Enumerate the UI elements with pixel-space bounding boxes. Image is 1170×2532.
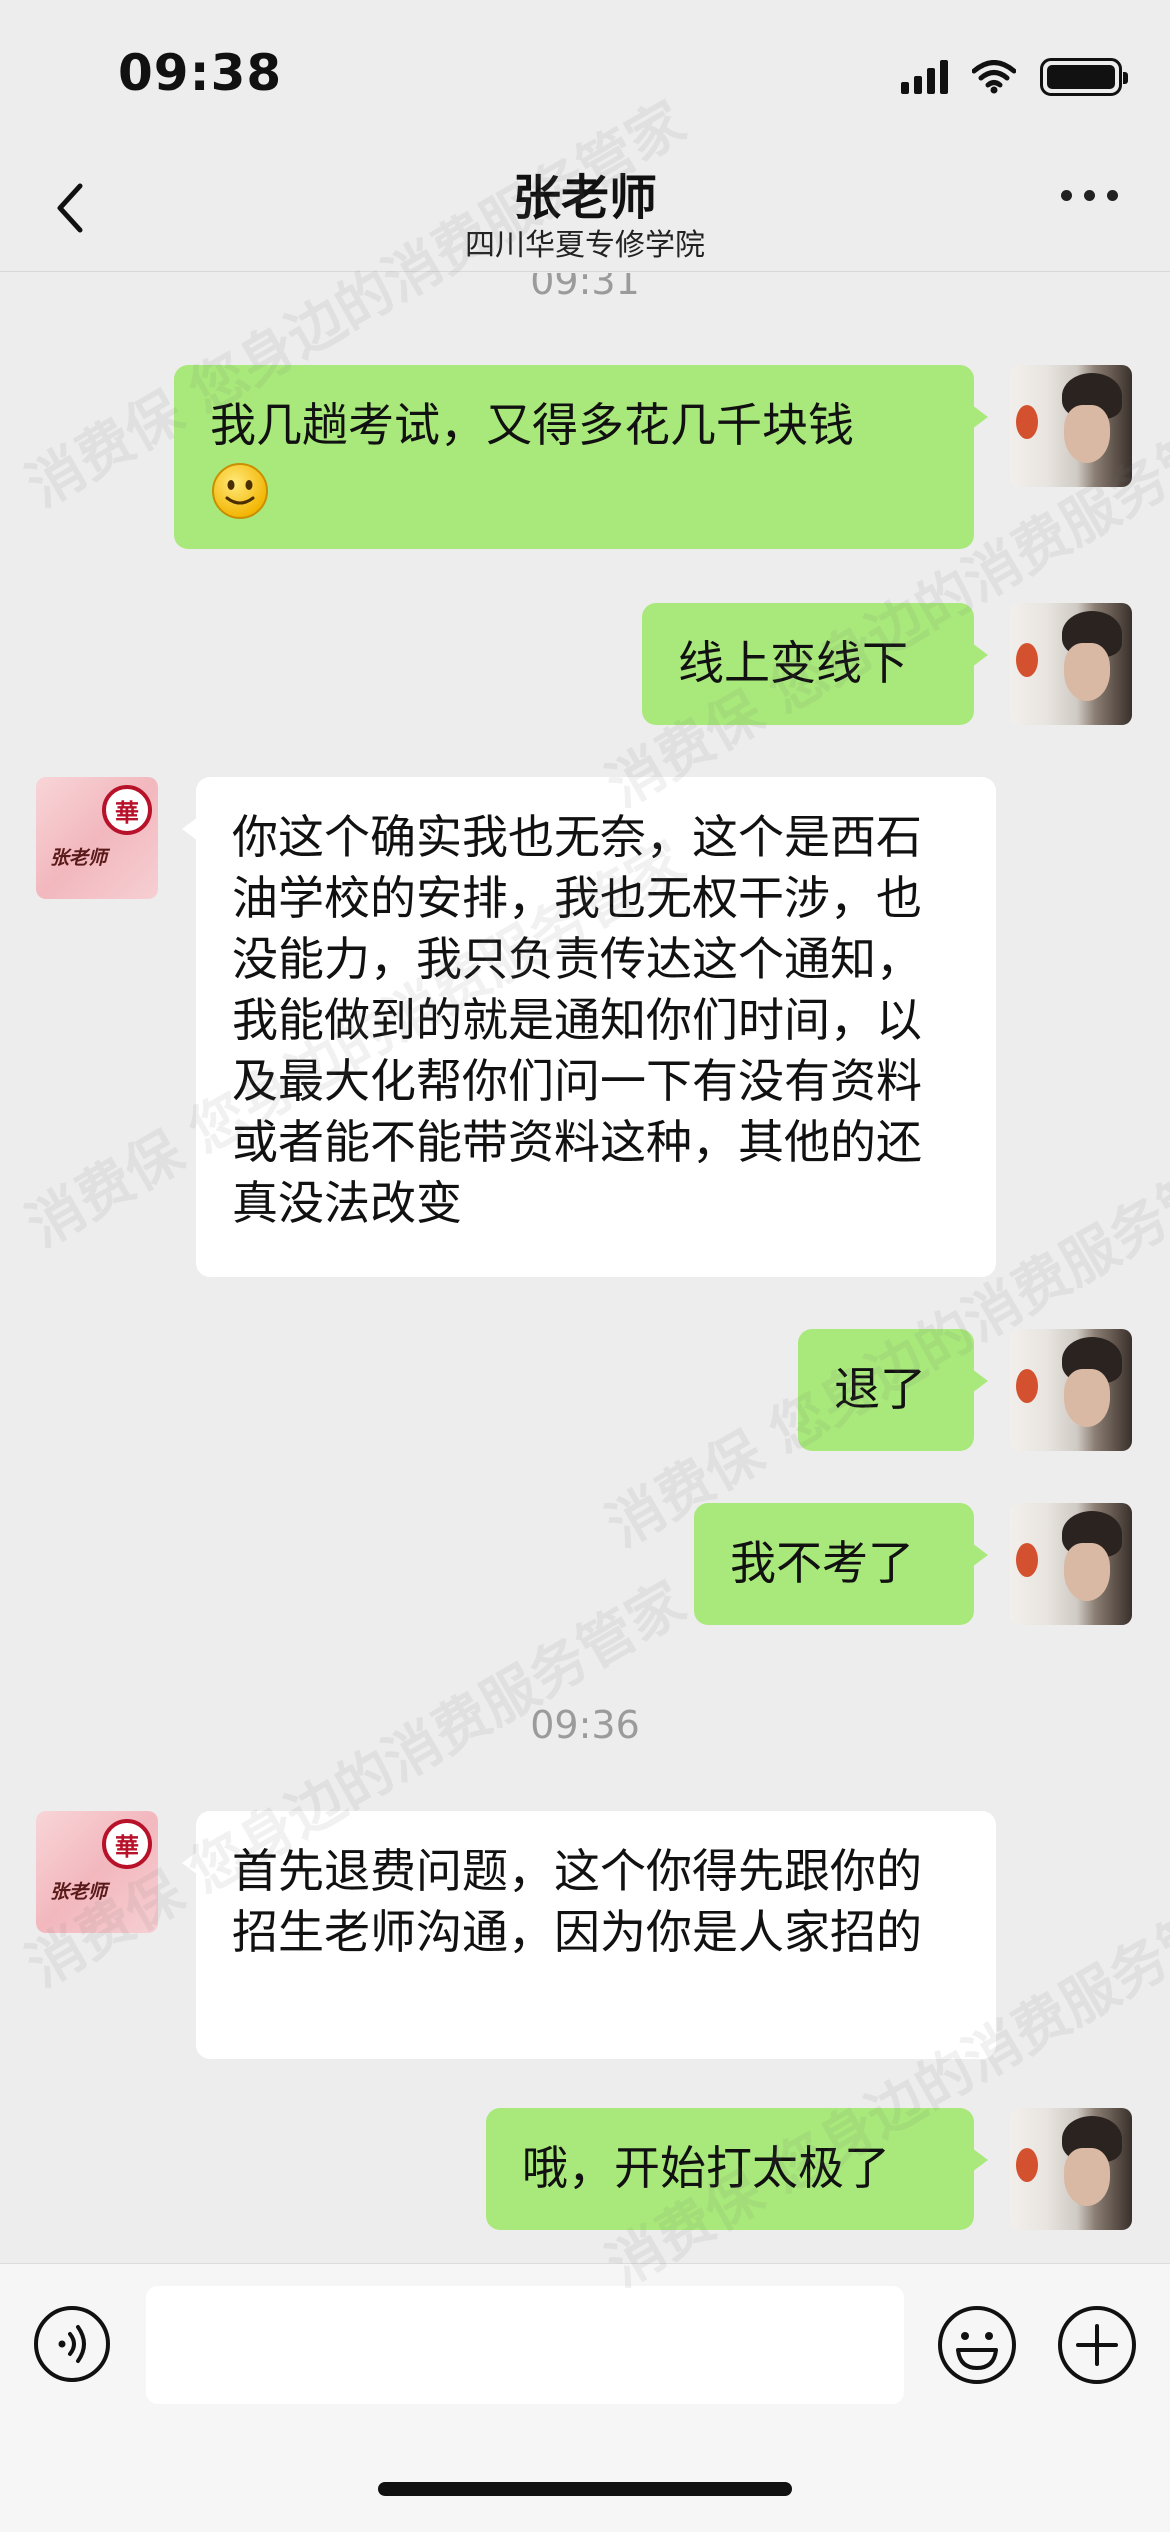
teacher-avatar[interactable]: 華 张老师	[36, 777, 158, 899]
message-text: 线上变线下	[678, 636, 908, 690]
wifi-icon	[972, 60, 1016, 94]
chat-message-list[interactable]: 09:31 我几趟考试，又得多花几千块钱 线上变线下 華 张老师 你这个确实我也…	[0, 273, 1170, 2263]
status-time: 09:38	[118, 44, 283, 102]
plus-icon[interactable]	[1056, 2304, 1138, 2386]
message-bubble[interactable]: 我不考了	[694, 1503, 988, 1625]
chat-title: 张老师	[512, 170, 657, 226]
teacher-avatar[interactable]: 華 张老师	[36, 1811, 158, 1933]
message-bubble[interactable]: 哦，开始打太极了	[486, 2108, 988, 2230]
chat-subtitle: 四川华夏专修学院	[465, 228, 705, 263]
status-bar: 09:38	[0, 0, 1170, 150]
message-text: 首先退费问题，这个你得先跟你的招生老师沟通，因为你是人家招的	[232, 1844, 922, 1959]
message-text: 退了	[834, 1362, 926, 1416]
input-bar	[0, 2263, 1170, 2532]
message-bubble[interactable]: 退了	[798, 1329, 988, 1451]
message-text: 你这个确实我也无奈，这个是西石油学校的安排，我也无权干涉，也没能力，我只负责传达…	[232, 810, 922, 1230]
timestamp-label: 09:31	[530, 273, 640, 303]
more-options-icon[interactable]	[1061, 190, 1118, 201]
message-text: 我几趟考试，又得多花几千块钱	[210, 398, 854, 452]
timestamp-label: 09:36	[530, 1703, 640, 1747]
school-seal-logo: 華	[102, 1819, 152, 1869]
voice-icon[interactable]	[32, 2304, 112, 2384]
slightly-smiling-face-icon	[212, 462, 268, 519]
nav-bar: 张老师 四川华夏专修学院	[0, 150, 1170, 272]
my-avatar[interactable]	[1010, 603, 1132, 725]
message-input[interactable]	[146, 2286, 904, 2404]
emoji-icon[interactable]	[936, 2304, 1018, 2386]
teacher-avatar-text: 张老师	[50, 847, 108, 869]
battery-icon	[1040, 58, 1128, 96]
home-indicator[interactable]	[378, 2482, 792, 2496]
teacher-avatar-text: 张老师	[50, 1881, 108, 1903]
my-avatar[interactable]	[1010, 1329, 1132, 1451]
my-avatar[interactable]	[1010, 2108, 1132, 2230]
message-text: 哦，开始打太极了	[522, 2141, 890, 2195]
message-text: 我不考了	[730, 1536, 914, 1590]
status-icons	[901, 58, 1128, 96]
my-avatar[interactable]	[1010, 365, 1132, 487]
message-bubble[interactable]: 我几趟考试，又得多花几千块钱	[174, 365, 988, 549]
my-avatar[interactable]	[1010, 1503, 1132, 1625]
cellular-signal-icon	[901, 60, 948, 94]
school-seal-logo: 華	[102, 785, 152, 835]
message-bubble[interactable]: 线上变线下	[642, 603, 988, 725]
message-bubble[interactable]: 你这个确实我也无奈，这个是西石油学校的安排，我也无权干涉，也没能力，我只负责传达…	[182, 777, 996, 1277]
message-bubble[interactable]: 首先退费问题，这个你得先跟你的招生老师沟通，因为你是人家招的	[182, 1811, 996, 2059]
